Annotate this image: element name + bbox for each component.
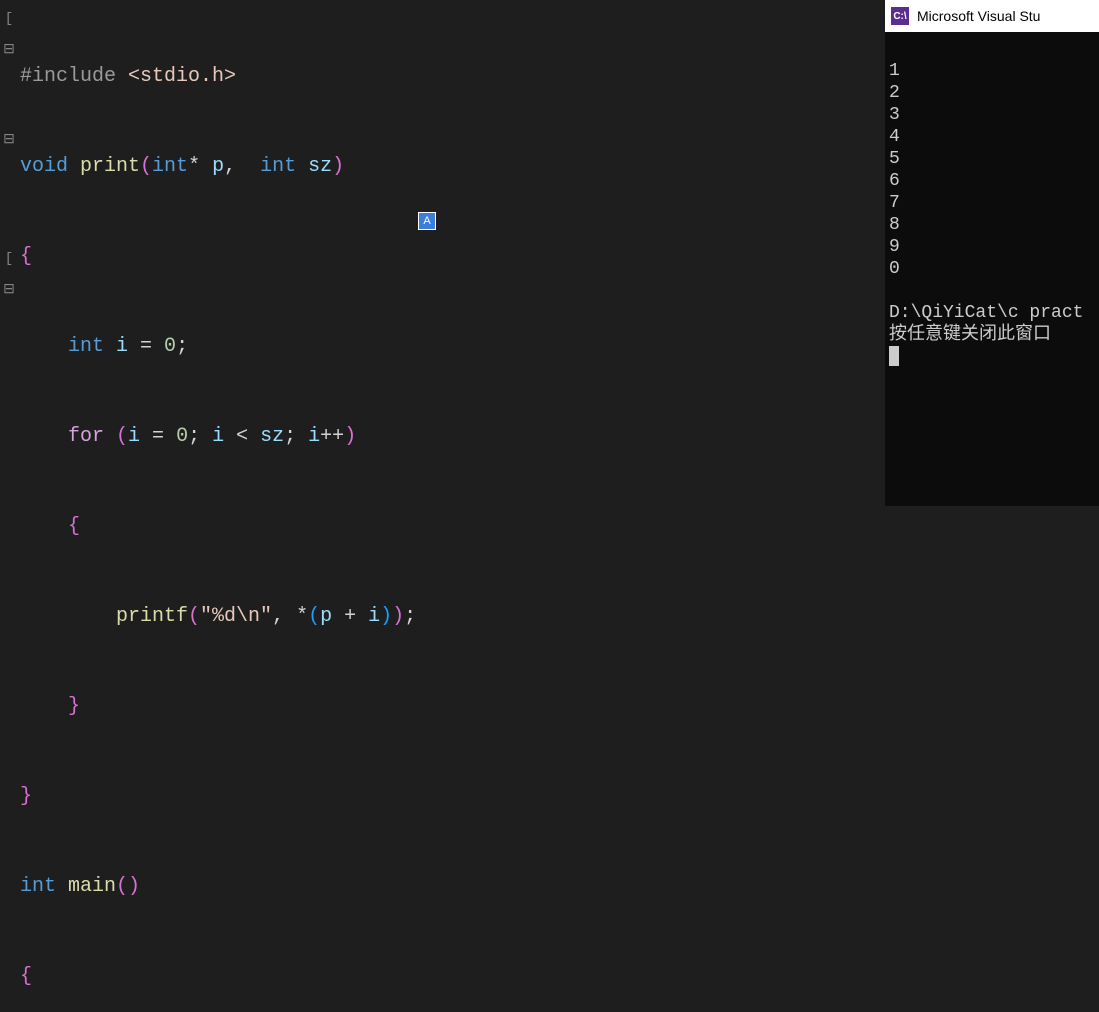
code-line[interactable]: for (i = 0; i < sz; i++)	[20, 422, 885, 452]
fold-icon-open[interactable]: ⊟	[0, 34, 18, 64]
output-line: 3	[889, 105, 900, 125]
fold-marker[interactable]: [	[0, 4, 18, 34]
code-line[interactable]: printf("%d\n", *(p + i));	[20, 602, 885, 632]
output-line: 4	[889, 127, 900, 147]
gutter: [ ⊟ ⊟ [ ⊟	[0, 0, 18, 506]
fold-icon-open[interactable]: ⊟	[0, 274, 18, 304]
code-line[interactable]: #include <stdio.h>	[20, 62, 885, 92]
code-line[interactable]: }	[20, 782, 885, 812]
ime-indicator-icon: A	[418, 212, 436, 230]
terminal-titlebar[interactable]: C:\ Microsoft Visual Stu	[885, 0, 1099, 32]
output-line: 按任意键关闭此窗口	[889, 325, 1051, 345]
output-line: 5	[889, 149, 900, 169]
code-line[interactable]: void print(int* p, int sz)	[20, 152, 885, 182]
output-line: 2	[889, 83, 900, 103]
code-line[interactable]: {	[20, 962, 885, 992]
terminal-title: Microsoft Visual Stu	[917, 8, 1040, 24]
output-line: 7	[889, 193, 900, 213]
vs-console-icon: C:\	[891, 7, 909, 25]
code-editor[interactable]: [ ⊟ ⊟ [ ⊟ #include <stdio.h> void print(…	[0, 0, 885, 506]
terminal-window[interactable]: C:\ Microsoft Visual Stu 1 2 3 4 5 6 7 8…	[885, 0, 1099, 506]
output-line: 1	[889, 61, 900, 81]
output-line: 9	[889, 237, 900, 257]
output-line: D:\QiYiCat\c pract	[889, 303, 1083, 323]
code-line[interactable]: {	[20, 242, 885, 272]
terminal-cursor	[889, 346, 899, 366]
code-area[interactable]: #include <stdio.h> void print(int* p, in…	[18, 0, 885, 506]
code-line[interactable]: {	[20, 512, 885, 542]
code-line[interactable]: int i = 0;	[20, 332, 885, 362]
fold-icon-open[interactable]: ⊟	[0, 124, 18, 154]
output-line: 0	[889, 259, 900, 279]
output-line: 6	[889, 171, 900, 191]
output-line: 8	[889, 215, 900, 235]
code-line[interactable]: }	[20, 692, 885, 722]
code-line[interactable]: int main()	[20, 872, 885, 902]
fold-marker[interactable]: [	[0, 244, 18, 274]
terminal-output[interactable]: 1 2 3 4 5 6 7 8 9 0 D:\QiYiCat\c pract 按…	[885, 32, 1099, 374]
